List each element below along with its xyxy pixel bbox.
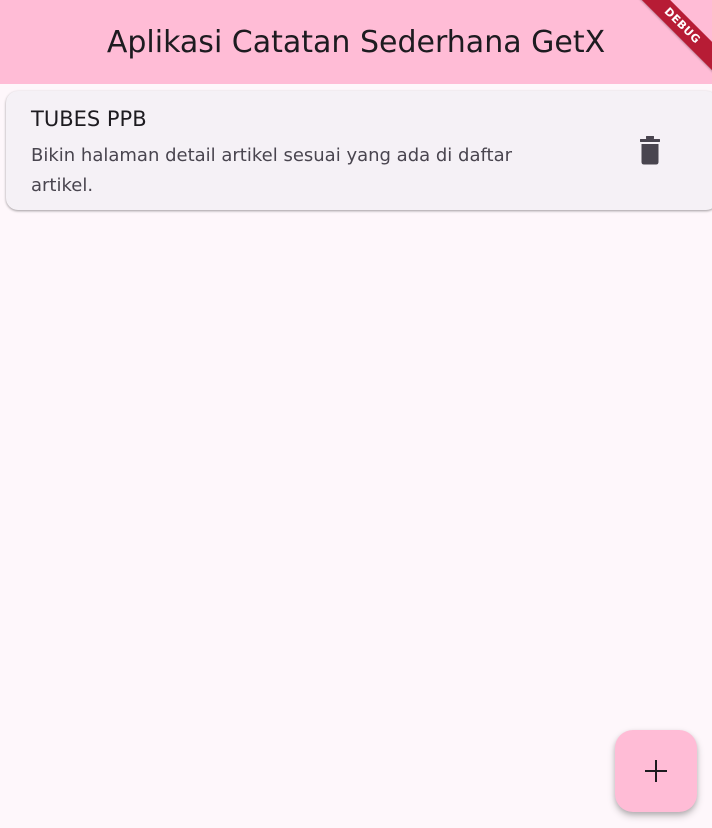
app-screen: Aplikasi Catatan Sederhana GetX DEBUG TU… — [0, 0, 712, 828]
app-title: Aplikasi Catatan Sederhana GetX — [106, 24, 606, 60]
note-card[interactable]: TUBES PPB Bikin halaman detail artikel s… — [6, 91, 712, 210]
plus-icon — [645, 760, 667, 782]
app-bar: Aplikasi Catatan Sederhana GetX — [0, 0, 712, 84]
delete-note-button[interactable] — [626, 127, 674, 175]
add-note-button[interactable] — [615, 730, 697, 812]
trash-icon — [640, 136, 660, 165]
note-title: TUBES PPB — [31, 107, 147, 131]
notes-list: TUBES PPB Bikin halaman detail artikel s… — [6, 91, 712, 210]
note-body: Bikin halaman detail artikel sesuai yang… — [31, 145, 512, 196]
